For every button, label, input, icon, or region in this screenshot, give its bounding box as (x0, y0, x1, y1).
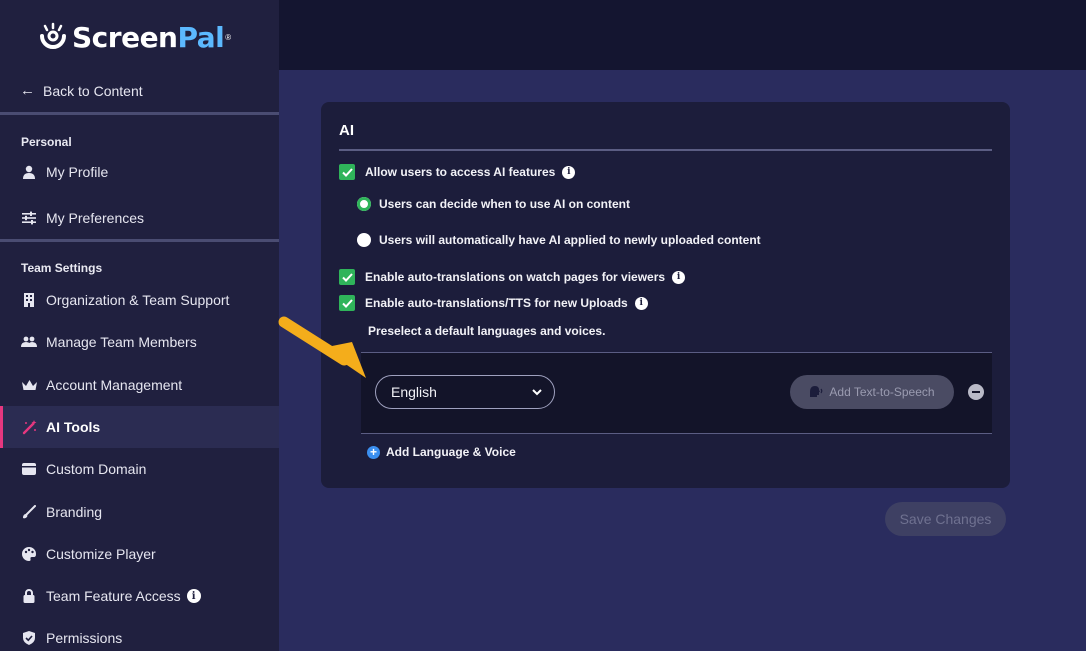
auto-translate-uploads-row: Enable auto-translations/TTS for new Upl… (339, 295, 648, 311)
info-icon[interactable]: i (562, 165, 576, 179)
sidebar: ScreenPal ® ← Back to Content Personal My… (0, 0, 279, 651)
screenpal-logo[interactable]: ScreenPal ® (38, 20, 231, 54)
check-icon (341, 272, 353, 282)
sidebar-item-permissions[interactable]: Permissions (0, 617, 279, 651)
browser-window-icon (21, 461, 37, 477)
info-icon[interactable]: i (186, 589, 201, 603)
sidebar-item-label: My Preferences (46, 210, 145, 226)
sidebar-item-label: My Profile (46, 164, 109, 180)
building-icon (21, 292, 37, 308)
ai-card-title: AI (339, 122, 354, 139)
auto-translate-watch-checkbox[interactable] (339, 269, 355, 285)
lock-icon (21, 588, 37, 604)
annotation-arrow-icon (278, 316, 366, 378)
info-icon[interactable]: i (634, 296, 648, 310)
sidebar-item-label: Permissions (46, 630, 123, 646)
sidebar-item-label: Branding (46, 504, 103, 520)
team-settings-section-label: Team Settings (21, 261, 103, 275)
speaking-head-icon (810, 386, 823, 397)
person-icon (21, 164, 37, 180)
sidebar-item-label: Organization & Team Support (46, 292, 230, 308)
back-to-content-label: Back to Content (43, 82, 143, 99)
check-icon (341, 167, 353, 177)
sidebar-item-customize-player[interactable]: Customize Player (0, 533, 279, 575)
auto-translate-watch-row: Enable auto-translations on watch pages … (339, 269, 686, 285)
sidebar-item-label: Account Management (46, 377, 183, 393)
allow-ai-row: Allow users to access AI features i (339, 164, 576, 180)
radio-decide-label: Users can decide when to use AI on conte… (379, 197, 630, 211)
sidebar-item-label: AI Tools (46, 419, 101, 435)
palette-icon (21, 546, 37, 562)
sidebar-item-team-feature-access[interactable]: Team Feature Access i (0, 575, 279, 617)
auto-translate-uploads-label: Enable auto-translations/TTS for new Upl… (365, 296, 628, 310)
sidebar-item-label: Custom Domain (46, 461, 147, 477)
screenpal-logo-icon (40, 22, 66, 49)
chevron-down-icon (532, 388, 542, 395)
sidebar-divider (0, 112, 279, 115)
sidebar-item-ai-tools[interactable]: AI Tools (0, 406, 279, 448)
radio-decide-button[interactable] (357, 197, 371, 211)
allow-ai-label: Allow users to access AI features (365, 165, 556, 179)
personal-section-label: Personal (21, 135, 72, 149)
radio-decide-row: Users can decide when to use AI on conte… (357, 197, 630, 211)
minus-icon (972, 391, 980, 393)
radio-auto-label: Users will automatically have AI applied… (379, 233, 761, 247)
remove-language-button[interactable] (968, 384, 984, 400)
sidebar-item-branding[interactable]: Branding (0, 491, 279, 533)
card-divider (339, 149, 992, 151)
add-language-voice-link[interactable]: + Add Language & Voice (367, 445, 516, 459)
top-header-bar (279, 0, 1086, 70)
sidebar-item-label: Manage Team Members (46, 334, 197, 350)
add-text-to-speech-button[interactable]: Add Text-to-Speech (790, 375, 954, 409)
language-voice-panel: English Add Text-to-Speech (361, 352, 992, 434)
brand-name: ScreenPal (72, 20, 225, 54)
people-icon (21, 334, 37, 350)
tts-button-label: Add Text-to-Speech (829, 385, 935, 399)
allow-ai-checkbox[interactable] (339, 164, 355, 180)
save-changes-button[interactable]: Save Changes (885, 502, 1006, 536)
sidebar-item-manage-team-members[interactable]: Manage Team Members (0, 321, 279, 363)
sidebar-item-label: Team Feature Access (46, 588, 181, 604)
info-icon[interactable]: i (672, 270, 686, 284)
plus-circle-icon: + (367, 445, 380, 459)
radio-auto-button[interactable] (357, 233, 371, 247)
sidebar-item-label: Customize Player (46, 546, 156, 562)
registered-mark: ® (225, 32, 232, 42)
crown-icon (21, 377, 37, 393)
brush-icon (21, 504, 37, 520)
sidebar-divider (0, 239, 279, 242)
preselect-label: Preselect a default languages and voices… (368, 324, 606, 338)
language-select[interactable]: English (375, 375, 555, 409)
sidebar-item-account-management[interactable]: Account Management (0, 364, 279, 406)
add-language-label: Add Language & Voice (386, 445, 516, 459)
radio-auto-row: Users will automatically have AI applied… (357, 233, 761, 247)
back-to-content-link[interactable]: ← Back to Content (20, 82, 143, 99)
auto-translate-watch-label: Enable auto-translations on watch pages … (365, 270, 666, 284)
sliders-icon (21, 210, 37, 226)
magic-wand-icon (21, 419, 37, 435)
sidebar-item-custom-domain[interactable]: Custom Domain (0, 448, 279, 490)
back-arrow-icon: ← (20, 82, 35, 99)
sidebar-item-organization-team-support[interactable]: Organization & Team Support (0, 279, 279, 321)
sidebar-item-my-profile[interactable]: My Profile (0, 151, 279, 193)
ai-settings-card: AI Allow users to access AI features i U… (321, 102, 1010, 488)
language-select-value: English (391, 384, 437, 400)
shield-icon (21, 630, 37, 646)
preselect-row: Preselect a default languages and voices… (368, 324, 605, 338)
sidebar-item-my-preferences[interactable]: My Preferences (0, 197, 279, 239)
